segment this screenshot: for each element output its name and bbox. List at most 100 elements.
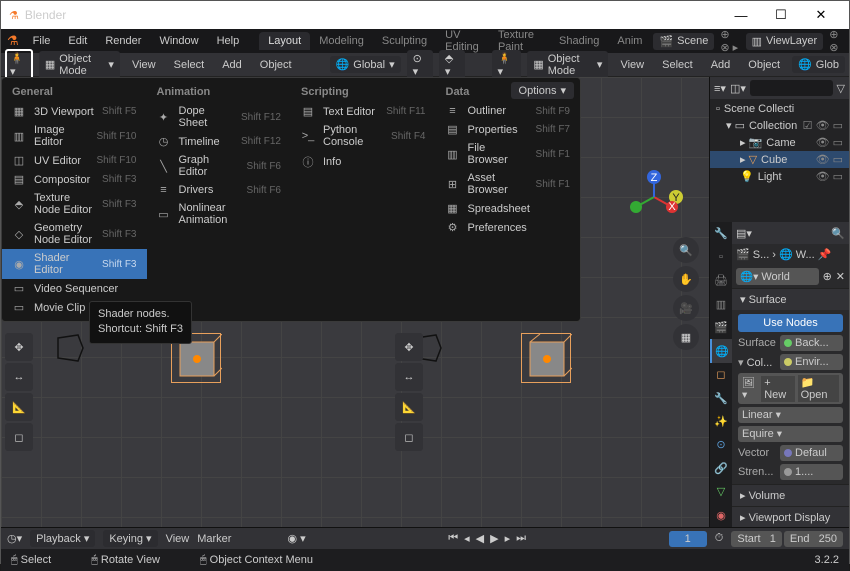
pan-button[interactable]: ✋ [673, 266, 699, 292]
outliner-scene[interactable]: ▫Scene Collecti [710, 101, 849, 117]
perspective-button[interactable]: ▦ [673, 324, 699, 350]
dropdown-item-drivers[interactable]: ≡DriversShift F6 [147, 181, 292, 199]
prop-tab-viewlayer[interactable]: ▥ [710, 292, 732, 315]
tab-shading[interactable]: Shading [550, 32, 608, 50]
menu-window[interactable]: Window [151, 32, 206, 50]
tool-move[interactable]: ↔ [5, 363, 33, 391]
prop-tab-output[interactable]: 🖨 [710, 269, 732, 292]
field-image[interactable]: 🖼▾ + New 📁Open [738, 373, 843, 404]
menu-edit[interactable]: Edit [60, 32, 95, 50]
3d-viewport[interactable]: Options ▾ General ▦3D ViewportShift F5▥I… [1, 77, 849, 527]
scene-buttons[interactable]: ⊕ ⊗ ▸ [720, 28, 739, 54]
dropdown-item-file-browser[interactable]: ▥File BrowserShift F1 [436, 139, 581, 169]
use-nodes-button[interactable]: Use Nodes [738, 314, 843, 332]
unlink-world-button[interactable]: ✕ [836, 270, 845, 283]
dropdown-item-shader-editor[interactable]: ◉Shader EditorShift F3 [2, 249, 147, 279]
panel-volume[interactable]: ▸ Volume [732, 485, 849, 506]
prop-tab-constraints[interactable]: 🔗 [710, 457, 732, 480]
camera-view-button[interactable]: 🎥 [673, 295, 699, 321]
jump-end-button[interactable]: ⏭ [514, 530, 528, 547]
dropdown-item-asset-browser[interactable]: ⊞Asset BrowserShift F1 [436, 169, 581, 199]
dropdown-item-3d-viewport[interactable]: ▦3D ViewportShift F5 [2, 102, 147, 121]
timeline-marker[interactable]: Marker [197, 533, 231, 545]
dropdown-item-video-sequencer[interactable]: ▭Video Sequencer [2, 279, 147, 298]
viewport-gizmo[interactable]: Z Y X [624, 167, 684, 227]
dropdown-item-info[interactable]: ⓘInfo [291, 151, 436, 173]
next-key-button[interactable]: ▸ [503, 530, 513, 547]
viewlayer-selector[interactable]: ▥ ViewLayer [746, 33, 824, 50]
filter-icon[interactable]: ◫▾ [730, 82, 746, 95]
prop-tab-physics[interactable]: ⊙ [710, 433, 732, 456]
zoom-button[interactable]: 🔍 [673, 237, 699, 263]
dropdown-item-nonlinear-animation[interactable]: ▭Nonlinear Animation [147, 199, 292, 229]
prop-tab-material[interactable]: ◉ [710, 504, 732, 527]
outliner-collection[interactable]: ▾ ▭Collection☑ 👁 ▭ [710, 117, 849, 134]
tool-cursor[interactable]: ✥ [5, 333, 33, 361]
prop-tab-object[interactable]: ◻ [710, 363, 732, 386]
prop-tab-particles[interactable]: ✨ [710, 410, 732, 433]
menu-object-right[interactable]: Object [742, 57, 786, 73]
dropdown-item-text-editor[interactable]: ▤Text EditorShift F11 [291, 102, 436, 121]
field-color[interactable]: Envir... [780, 354, 843, 370]
current-frame[interactable]: 1 [669, 531, 707, 547]
menu-add-right[interactable]: Add [705, 57, 737, 73]
dropdown-item-geometry-node-editor[interactable]: ◇Geometry Node EditorShift F3 [2, 219, 147, 249]
blender-logo-icon[interactable]: ⚗ [7, 33, 19, 49]
start-frame[interactable]: Start 1 [731, 531, 782, 547]
outliner-search[interactable] [750, 80, 833, 96]
dropdown-item-spreadsheet[interactable]: ▦Spreadsheet [436, 199, 581, 218]
prop-tab-data[interactable]: ▽ [710, 480, 732, 503]
dropdown-item-compositor[interactable]: ▤CompositorShift F3 [2, 170, 147, 189]
outliner-type-icon[interactable]: ≡▾ [714, 82, 726, 95]
menu-view-right[interactable]: View [614, 57, 650, 73]
menu-add-left[interactable]: Add [216, 57, 248, 73]
outliner-light[interactable]: 💡Light👁 ▭ [710, 168, 849, 185]
menu-select-left[interactable]: Select [168, 57, 211, 73]
field-strength[interactable]: 1.... [780, 464, 843, 480]
dropdown-item-properties[interactable]: ▤PropertiesShift F7 [436, 120, 581, 139]
timeline-editor-icon[interactable]: ◷▾ [7, 532, 22, 545]
cube-object-right[interactable] [521, 333, 571, 383]
orientation-select-right[interactable]: 🌐 Glob [792, 56, 845, 73]
tool-add-cube[interactable]: ◻ [5, 423, 33, 451]
outliner-cube[interactable]: ▸ ▽Cube👁 ▭ [710, 151, 849, 168]
play-button[interactable]: ▶ [488, 530, 500, 547]
prop-tab-modifiers[interactable]: 🔧 [710, 386, 732, 409]
dropdown-options[interactable]: Options ▾ [511, 82, 574, 99]
menu-view-left[interactable]: View [126, 57, 162, 73]
field-vector[interactable]: Defaul [780, 445, 843, 461]
dropdown-item-outliner[interactable]: ≡OutlinerShift F9 [436, 102, 581, 120]
prop-tab-scene[interactable]: 🎬 [710, 316, 732, 339]
props-search[interactable]: 🔍 [831, 227, 845, 240]
filter-button[interactable]: ▽ [837, 82, 845, 95]
prop-tab-render[interactable]: ▫ [710, 245, 732, 268]
tool-measure[interactable]: 📐 [5, 393, 33, 421]
snap-select[interactable]: ⬘ ▾ [439, 50, 465, 80]
play-rev-button[interactable]: ◀ [474, 530, 486, 547]
dropdown-item-python-console[interactable]: >_Python ConsoleShift F4 [291, 121, 436, 151]
prev-key-button[interactable]: ◂ [462, 530, 472, 547]
dropdown-item-uv-editor[interactable]: ◫UV EditorShift F10 [2, 151, 147, 170]
end-frame[interactable]: End 250 [784, 531, 843, 547]
clock-icon[interactable]: ⏱ [715, 532, 724, 545]
menu-file[interactable]: File [25, 32, 59, 50]
props-editor-icon[interactable]: ▤▾ [736, 227, 752, 240]
world-datablock[interactable]: 🌐▾ World [736, 268, 819, 285]
tool-move-r[interactable]: ↔ [395, 363, 423, 391]
tool-add-cube-r[interactable]: ◻ [395, 423, 423, 451]
orientation-select[interactable]: 🌐 Global ▾ [330, 56, 401, 73]
tab-modeling[interactable]: Modeling [310, 32, 373, 50]
dropdown-item-timeline[interactable]: ◷TimelineShift F12 [147, 132, 292, 151]
field-linear[interactable]: Linear ▾ [738, 407, 843, 423]
editor-type-button-left[interactable]: 🧍 ▾ [5, 49, 33, 81]
timeline-view[interactable]: View [166, 533, 190, 545]
tab-layout[interactable]: Layout [259, 32, 310, 50]
mode-select-right[interactable]: ▦ Object Mode ▾ [527, 51, 608, 79]
minimize-button[interactable]: — [721, 8, 761, 23]
jump-start-button[interactable]: ⏮ [446, 530, 460, 547]
autokey-button[interactable]: ◉ ▾ [287, 532, 305, 545]
pin-icon[interactable]: 📌 [818, 248, 832, 261]
field-surface[interactable]: Back... [780, 335, 843, 351]
menu-help[interactable]: Help [209, 32, 248, 50]
dropdown-item-dope-sheet[interactable]: ✦Dope SheetShift F12 [147, 102, 292, 132]
